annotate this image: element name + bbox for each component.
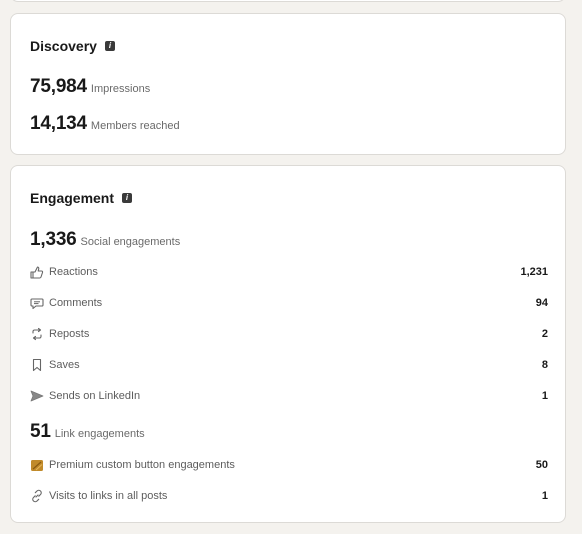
sends-value: 1	[541, 390, 548, 402]
premium-icon	[30, 458, 44, 472]
thumbs-up-icon	[30, 265, 44, 279]
info-icon[interactable]: i	[104, 41, 115, 51]
impressions-label: Impressions	[90, 83, 151, 95]
premium-button-value: 50	[535, 459, 548, 471]
social-engagements-metric: 1,336 Social engagements	[30, 229, 180, 251]
sends-label: Sends on LinkedIn	[49, 390, 141, 402]
engagement-card: Engagement i 1,336 Social engagements Re…	[10, 165, 566, 523]
reactions-label: Reactions	[49, 266, 98, 278]
link-icon	[30, 489, 44, 503]
discovery-header: Discovery i	[30, 38, 115, 54]
reactions-row[interactable]: Reactions 1,231	[30, 262, 548, 282]
saves-row[interactable]: Saves 8	[30, 355, 548, 375]
social-engagements-label: Social engagements	[80, 236, 181, 248]
premium-button-label: Premium custom button engagements	[49, 459, 235, 471]
reactions-value: 1,231	[520, 266, 548, 278]
comment-icon	[30, 296, 44, 310]
reposts-label: Reposts	[49, 328, 90, 340]
saves-value: 8	[541, 359, 548, 371]
members-reached-value: 14,134	[30, 113, 87, 134]
social-engagements-value: 1,336	[30, 229, 77, 250]
impressions-value: 75,984	[30, 76, 87, 97]
premium-button-row[interactable]: Premium custom button engagements 50	[30, 455, 548, 475]
link-visits-label: Visits to links in all posts	[49, 490, 168, 502]
comments-value: 94	[535, 297, 548, 309]
comments-row[interactable]: Comments 94	[30, 293, 548, 313]
members-reached-label: Members reached	[90, 120, 180, 132]
engagement-header: Engagement i	[30, 190, 133, 206]
send-icon	[30, 389, 44, 403]
info-icon[interactable]: i	[122, 193, 133, 203]
discovery-card: Discovery i 75,984 Impressions 14,134 Me…	[10, 13, 566, 155]
repost-icon	[30, 327, 44, 341]
engagement-title: Engagement	[30, 190, 115, 206]
impressions-metric: 75,984 Impressions	[30, 76, 150, 98]
saves-label: Saves	[49, 359, 80, 371]
bookmark-icon	[30, 358, 44, 372]
reposts-row[interactable]: Reposts 2	[30, 324, 548, 344]
discovery-title: Discovery	[30, 38, 97, 54]
link-engagements-metric: 51 Link engagements	[30, 421, 145, 443]
previous-card	[10, 0, 566, 2]
link-visits-value: 1	[541, 490, 548, 502]
link-engagements-value: 51	[30, 421, 51, 442]
link-engagements-label: Link engagements	[54, 428, 145, 440]
members-reached-metric: 14,134 Members reached	[30, 113, 180, 135]
reposts-value: 2	[541, 328, 548, 340]
sends-row[interactable]: Sends on LinkedIn 1	[30, 386, 548, 406]
comments-label: Comments	[49, 297, 103, 309]
link-visits-row[interactable]: Visits to links in all posts 1	[30, 486, 548, 506]
